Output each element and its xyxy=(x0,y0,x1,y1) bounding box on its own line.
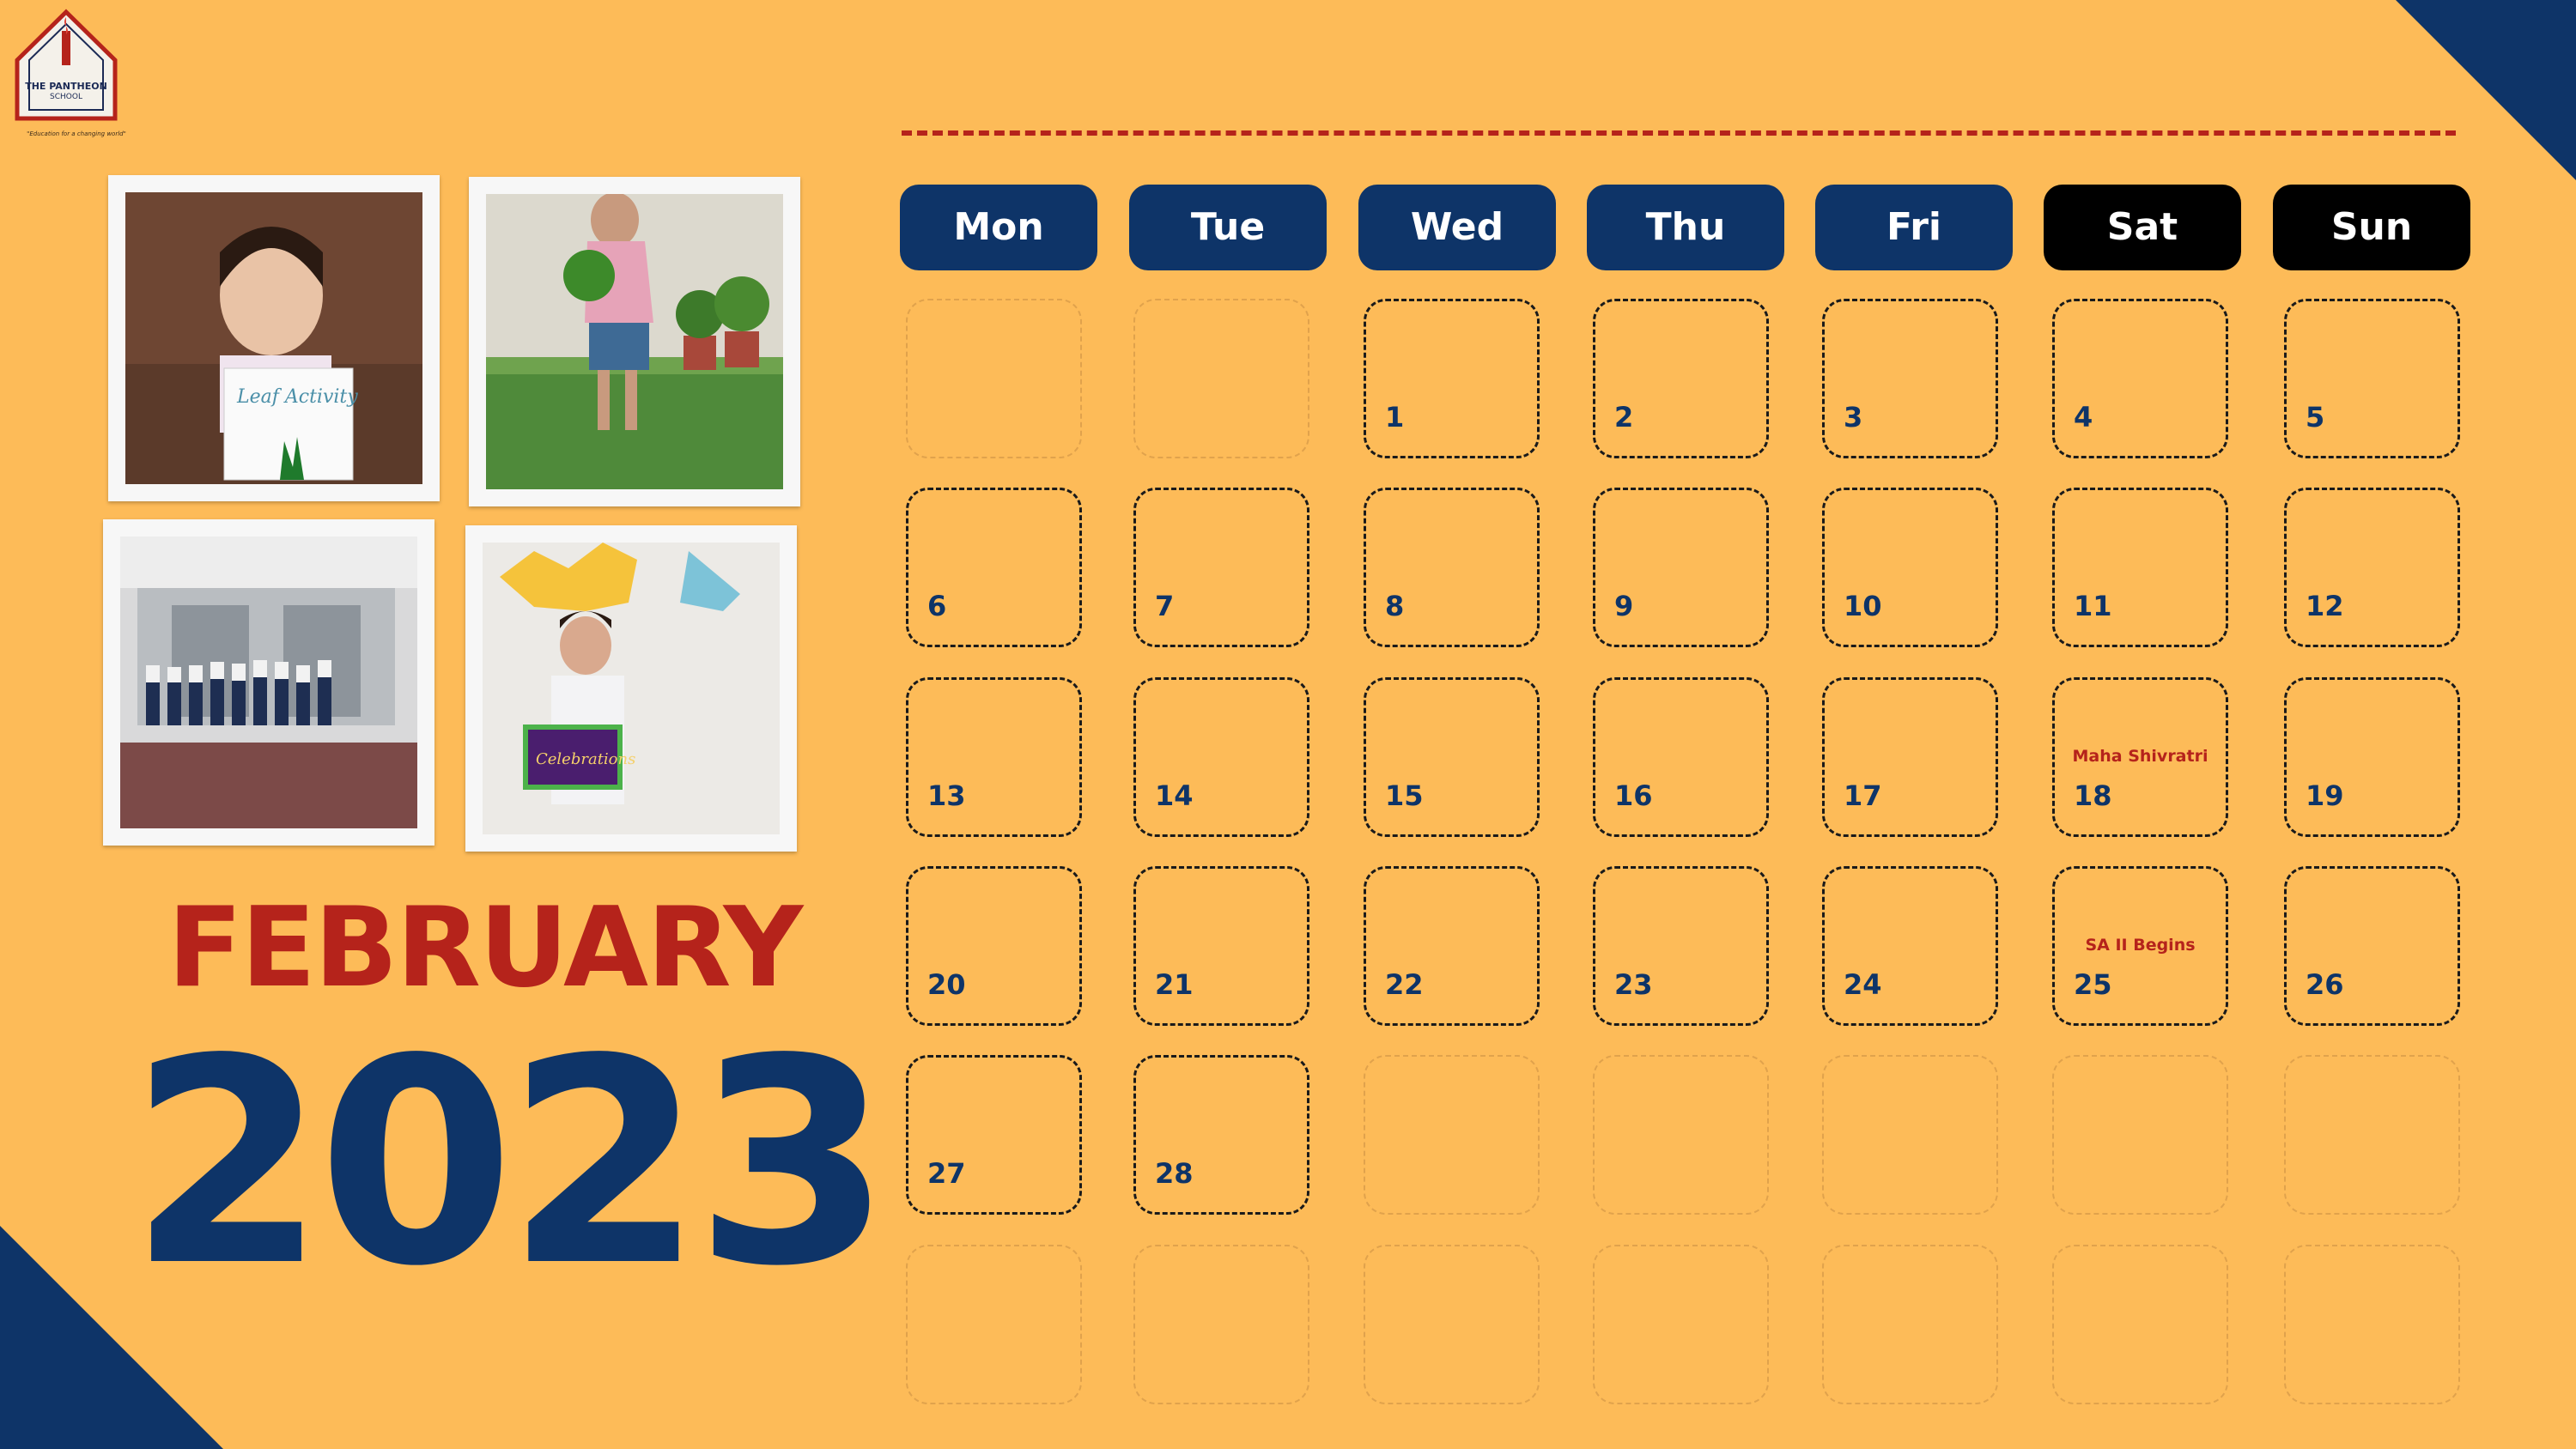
school-logo: THE PANTHEON SCHOOL "Education for a cha… xyxy=(12,9,141,137)
day-number: 25 xyxy=(2074,968,2112,1001)
day-cell-27: 27 xyxy=(906,1055,1082,1215)
day-cell-11: 11 xyxy=(2052,488,2228,647)
day-cell-5: 5 xyxy=(2284,299,2460,458)
day-cell-23: 23 xyxy=(1593,866,1769,1026)
day-cell-2: 2 xyxy=(1593,299,1769,458)
day-number: 10 xyxy=(1844,590,1882,622)
empty-day-cell xyxy=(906,1245,1082,1404)
empty-day-cell xyxy=(2052,1245,2228,1404)
day-number: 5 xyxy=(2306,401,2325,433)
svg-text:Celebrations: Celebrations xyxy=(536,750,635,768)
day-number: 16 xyxy=(1614,779,1653,812)
day-number: 22 xyxy=(1385,968,1424,1001)
empty-day-cell xyxy=(1822,1055,1998,1215)
day-number: 3 xyxy=(1844,401,1863,433)
photo-students-at-entrance xyxy=(103,519,434,846)
day-cell-1: 1 xyxy=(1364,299,1540,458)
day-number: 26 xyxy=(2306,968,2344,1001)
empty-day-cell xyxy=(1133,1245,1309,1404)
day-number: 15 xyxy=(1385,779,1424,812)
day-number: 14 xyxy=(1155,779,1194,812)
day-number: 19 xyxy=(2306,779,2344,812)
day-number: 28 xyxy=(1155,1157,1194,1190)
day-number: 1 xyxy=(1385,401,1405,433)
day-number: 8 xyxy=(1385,590,1405,622)
weekday-header-wed: Wed xyxy=(1358,185,1556,270)
day-cell-20: 20 xyxy=(906,866,1082,1026)
day-cell-7: 7 xyxy=(1133,488,1309,647)
day-cell-17: 17 xyxy=(1822,677,1998,837)
empty-day-cell xyxy=(1364,1245,1540,1404)
day-number: 21 xyxy=(1155,968,1194,1001)
weekday-header-sat: Sat xyxy=(2044,185,2241,270)
empty-day-cell xyxy=(1593,1055,1769,1215)
logo-tagline: "Education for a changing world" xyxy=(27,130,126,137)
month-title: FEBRUARY xyxy=(167,884,803,1012)
day-cell-12: 12 xyxy=(2284,488,2460,647)
day-cell-25: SA II Begins 25 xyxy=(2052,866,2228,1026)
day-number: 13 xyxy=(927,779,966,812)
weekday-header-fri: Fri xyxy=(1815,185,2013,270)
day-cell-13: 13 xyxy=(906,677,1082,837)
corner-decoration-top-right xyxy=(2396,0,2576,180)
event-label: SA II Begins xyxy=(2085,936,2196,955)
logo-emblem-icon xyxy=(15,9,118,121)
svg-text:Leaf Activity: Leaf Activity xyxy=(236,386,358,408)
dashed-divider xyxy=(902,130,2456,136)
day-cell-3: 3 xyxy=(1822,299,1998,458)
day-cell-4: 4 xyxy=(2052,299,2228,458)
empty-day-cell xyxy=(2284,1055,2460,1215)
logo-school-name: THE PANTHEON xyxy=(25,81,107,92)
day-cell-18: Maha Shivratri 18 xyxy=(2052,677,2228,837)
day-number: 2 xyxy=(1614,401,1634,433)
empty-day-cell xyxy=(906,299,1082,458)
day-cell-22: 22 xyxy=(1364,866,1540,1026)
day-cell-10: 10 xyxy=(1822,488,1998,647)
empty-day-cell xyxy=(2284,1245,2460,1404)
weekday-header-sun: Sun xyxy=(2273,185,2470,270)
day-number: 18 xyxy=(2074,779,2112,812)
photo-child-with-plant xyxy=(469,177,800,506)
day-number: 7 xyxy=(1155,590,1175,622)
empty-day-cell xyxy=(2052,1055,2228,1215)
day-cell-26: 26 xyxy=(2284,866,2460,1026)
photo-leaf-activity: Leaf Activity xyxy=(108,175,440,501)
day-number: 4 xyxy=(2074,401,2093,433)
day-cell-14: 14 xyxy=(1133,677,1309,837)
day-cell-28: 28 xyxy=(1133,1055,1309,1215)
day-number: 20 xyxy=(927,968,966,1001)
weekday-header-mon: Mon xyxy=(900,185,1097,270)
day-number: 6 xyxy=(927,590,947,622)
day-number: 27 xyxy=(927,1157,966,1190)
photo-child-with-chocolate-box: Celebrations xyxy=(465,525,797,852)
day-number: 9 xyxy=(1614,590,1634,622)
day-cell-24: 24 xyxy=(1822,866,1998,1026)
logo-school-subtitle: SCHOOL xyxy=(50,93,82,101)
year-title: 2023 xyxy=(129,998,891,1328)
empty-day-cell xyxy=(1822,1245,1998,1404)
day-cell-16: 16 xyxy=(1593,677,1769,837)
day-number: 11 xyxy=(2074,590,2112,622)
day-cell-19: 19 xyxy=(2284,677,2460,837)
empty-day-cell xyxy=(1133,299,1309,458)
day-number: 12 xyxy=(2306,590,2344,622)
empty-day-cell xyxy=(1593,1245,1769,1404)
day-number: 24 xyxy=(1844,968,1882,1001)
day-cell-15: 15 xyxy=(1364,677,1540,837)
day-cell-21: 21 xyxy=(1133,866,1309,1026)
event-label: Maha Shivratri xyxy=(2072,747,2208,766)
empty-day-cell xyxy=(1364,1055,1540,1215)
day-cell-9: 9 xyxy=(1593,488,1769,647)
day-cell-6: 6 xyxy=(906,488,1082,647)
weekday-header-tue: Tue xyxy=(1129,185,1327,270)
day-number: 17 xyxy=(1844,779,1882,812)
day-number: 23 xyxy=(1614,968,1653,1001)
weekday-header-thu: Thu xyxy=(1587,185,1784,270)
day-cell-8: 8 xyxy=(1364,488,1540,647)
